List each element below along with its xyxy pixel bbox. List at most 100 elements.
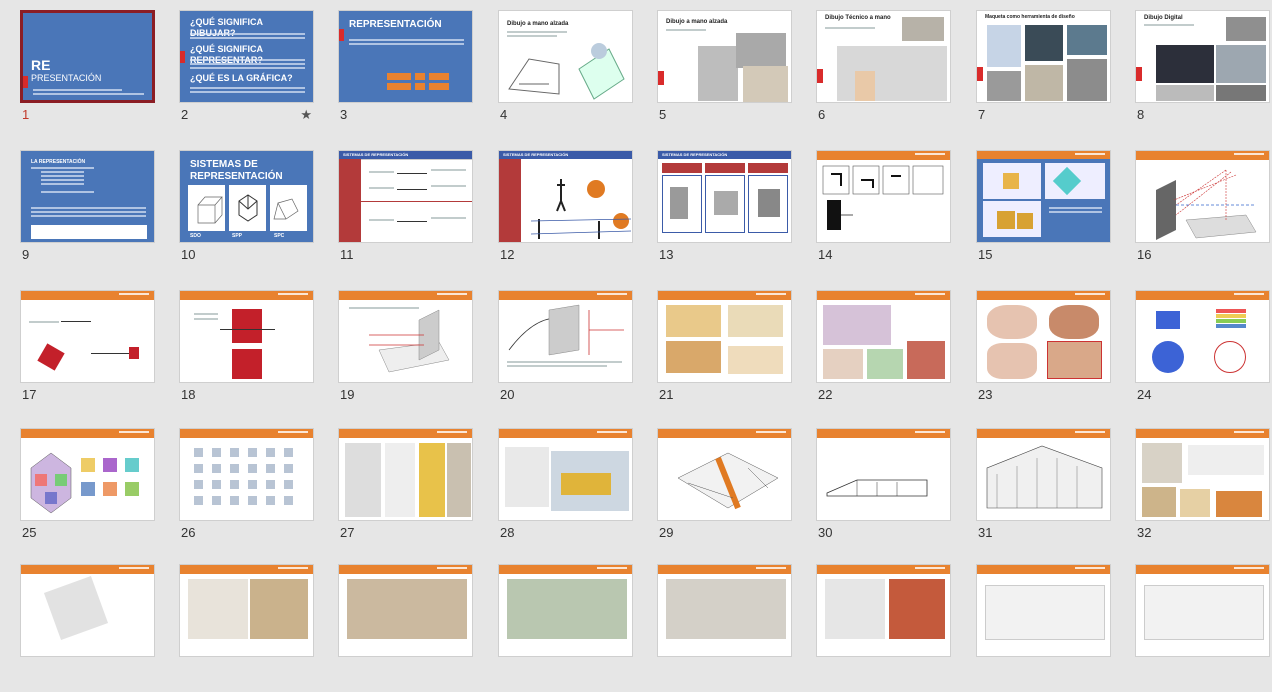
slide-thumbnail-35[interactable] [338,564,473,692]
slide-preview[interactable]: ¿QUÉ SIGNIFICA DIBUJAR? ¿QUÉ SIGNIFICA R… [179,10,314,103]
slide-preview[interactable] [1135,428,1270,521]
slide-number: 17 [22,387,37,402]
slide-thumbnail-30[interactable]: 30 [816,428,951,556]
slide-preview[interactable] [498,428,633,521]
slide-preview[interactable] [657,428,792,521]
slide-thumbnail-21[interactable]: 21 [657,290,792,418]
slide-preview[interactable]: Maqueta como herramienta de diseño [976,10,1111,103]
slide-thumbnail-34[interactable] [179,564,314,692]
sketch-image [508,43,625,100]
slide-preview[interactable] [1135,564,1270,657]
slide-thumbnail-32[interactable]: 32 [1135,428,1270,556]
slide-thumbnail-24[interactable]: 24 [1135,290,1270,418]
slide-preview[interactable] [338,428,473,521]
slide-title: Dibujo Digital [1144,15,1183,21]
cube-grid-drawing [194,448,293,505]
slide-title: RE [31,57,51,73]
slide-preview[interactable] [338,290,473,383]
slide-preview[interactable] [179,290,314,383]
slide-thumbnail-5[interactable]: Dibujo a mano alzada 5 [657,10,792,138]
slide-heading: ¿QUÉ SIGNIFICA DIBUJAR? [190,17,263,38]
slide-preview[interactable]: SISTEMAS DE REPRESENTACIÓN [338,150,473,243]
slide-thumbnail-22[interactable]: 22 [816,290,951,418]
slide-title: Maqueta como herramienta de diseño [985,14,1075,20]
slide-preview[interactable]: LA REPRESENTACIÓN [20,150,155,243]
slide-thumbnail-12[interactable]: SISTEMAS DE REPRESENTACIÓN 12 [498,150,633,278]
slide-thumbnail-26[interactable]: 26 [179,428,314,556]
slide-number: 15 [978,247,993,262]
slide-number: 4 [500,107,508,122]
slide-number: 2 [181,107,189,122]
slide-preview[interactable]: REPRESENTACIÓN [338,10,473,103]
slide-number: 24 [1137,387,1152,402]
slide-preview[interactable] [20,564,155,657]
slide-number: 13 [659,247,674,262]
slide-thumbnail-4[interactable]: Dibujo a mano alzada 4 [498,10,633,138]
slide-thumbnail-39[interactable] [976,564,1111,692]
slide-thumbnail-8[interactable]: Dibujo Digital 8 [1135,10,1270,138]
slide-preview[interactable] [976,428,1111,521]
slide-thumbnail-29[interactable]: 29 [657,428,792,556]
slide-thumbnail-10[interactable]: SISTEMAS DE REPRESENTACIÓN SDO SPP SPC 1… [179,150,314,278]
slide-preview[interactable] [1135,150,1270,243]
slide-thumbnail-23[interactable]: 23 [976,290,1111,418]
slide-thumbnail-31[interactable]: 31 [976,428,1111,556]
slide-preview[interactable]: Dibujo a mano alzada [657,10,792,103]
slide-thumbnail-15[interactable]: 15 [976,150,1111,278]
slide-preview[interactable]: Dibujo a mano alzada [498,10,633,103]
slide-thumbnail-17[interactable]: 17 [20,290,155,418]
slide-thumbnail-1[interactable]: RE PRESENTACIÓN 1 [20,10,155,138]
slide-preview[interactable]: RE PRESENTACIÓN [20,10,155,103]
slide-thumbnail-16[interactable]: 16 [1135,150,1270,278]
slide-thumbnail-7[interactable]: Maqueta como herramienta de diseño 7 [976,10,1111,138]
slide-thumbnail-36[interactable] [498,564,633,692]
slide-title: SISTEMAS DE REPRESENTACIÓN [503,152,569,157]
slide-preview[interactable] [20,290,155,383]
slide-number: 19 [340,387,355,402]
slide-thumbnail-9[interactable]: LA REPRESENTACIÓN 9 [20,150,155,278]
slide-thumbnail-33[interactable] [20,564,155,692]
slide-number: 9 [22,247,30,262]
slide-preview[interactable] [816,290,951,383]
slide-thumbnail-6[interactable]: Dibujo Técnico a mano 6 [816,10,951,138]
slide-thumbnail-27[interactable]: 27 [338,428,473,556]
slide-preview[interactable]: Dibujo Digital [1135,10,1270,103]
slide-preview[interactable]: SISTEMAS DE REPRESENTACIÓN [657,150,792,243]
slide-preview[interactable] [816,428,951,521]
slide-thumbnail-2[interactable]: ¿QUÉ SIGNIFICA DIBUJAR? ¿QUÉ SIGNIFICA R… [179,10,314,138]
slide-preview[interactable] [498,290,633,383]
slide-number: 28 [500,525,515,540]
plane-projection-diagram [369,309,450,373]
slide-preview[interactable] [976,150,1111,243]
slide-thumbnail-3[interactable]: REPRESENTACIÓN 3 [338,10,473,138]
slide-thumbnail-13[interactable]: SISTEMAS DE REPRESENTACIÓN 13 [657,150,792,278]
slide-number: 11 [340,247,354,262]
slide-thumbnail-14[interactable]: 14 [816,150,951,278]
slide-thumbnail-28[interactable]: 28 [498,428,633,556]
slide-thumbnail-38[interactable] [816,564,951,692]
slide-preview[interactable] [976,564,1111,657]
slide-preview[interactable] [498,564,633,657]
slide-preview[interactable] [338,564,473,657]
slide-preview[interactable] [179,428,314,521]
slide-preview[interactable] [976,290,1111,383]
slide-thumbnail-11[interactable]: SISTEMAS DE REPRESENTACIÓN 11 [338,150,473,278]
slide-thumbnail-18[interactable]: 18 [179,290,314,418]
slide-preview[interactable] [657,564,792,657]
slide-preview[interactable]: Dibujo Técnico a mano [816,10,951,103]
slide-thumbnail-25[interactable]: 25 [20,428,155,556]
slide-thumbnail-40[interactable] [1135,564,1270,692]
slide-preview[interactable] [1135,290,1270,383]
slide-preview[interactable]: SISTEMAS DE REPRESENTACIÓN [498,150,633,243]
slide-thumbnail-37[interactable] [657,564,792,692]
slide-preview[interactable] [179,564,314,657]
slide-preview[interactable] [20,428,155,521]
slide-preview[interactable] [816,564,951,657]
slide-preview[interactable] [657,290,792,383]
slide-thumbnail-20[interactable]: 20 [498,290,633,418]
slide-preview[interactable] [816,150,951,243]
red-accent [23,76,28,88]
slide-preview[interactable]: SISTEMAS DE REPRESENTACIÓN SDO SPP SPC [179,150,314,243]
slide-number: 22 [818,387,833,402]
slide-thumbnail-19[interactable]: 19 [338,290,473,418]
